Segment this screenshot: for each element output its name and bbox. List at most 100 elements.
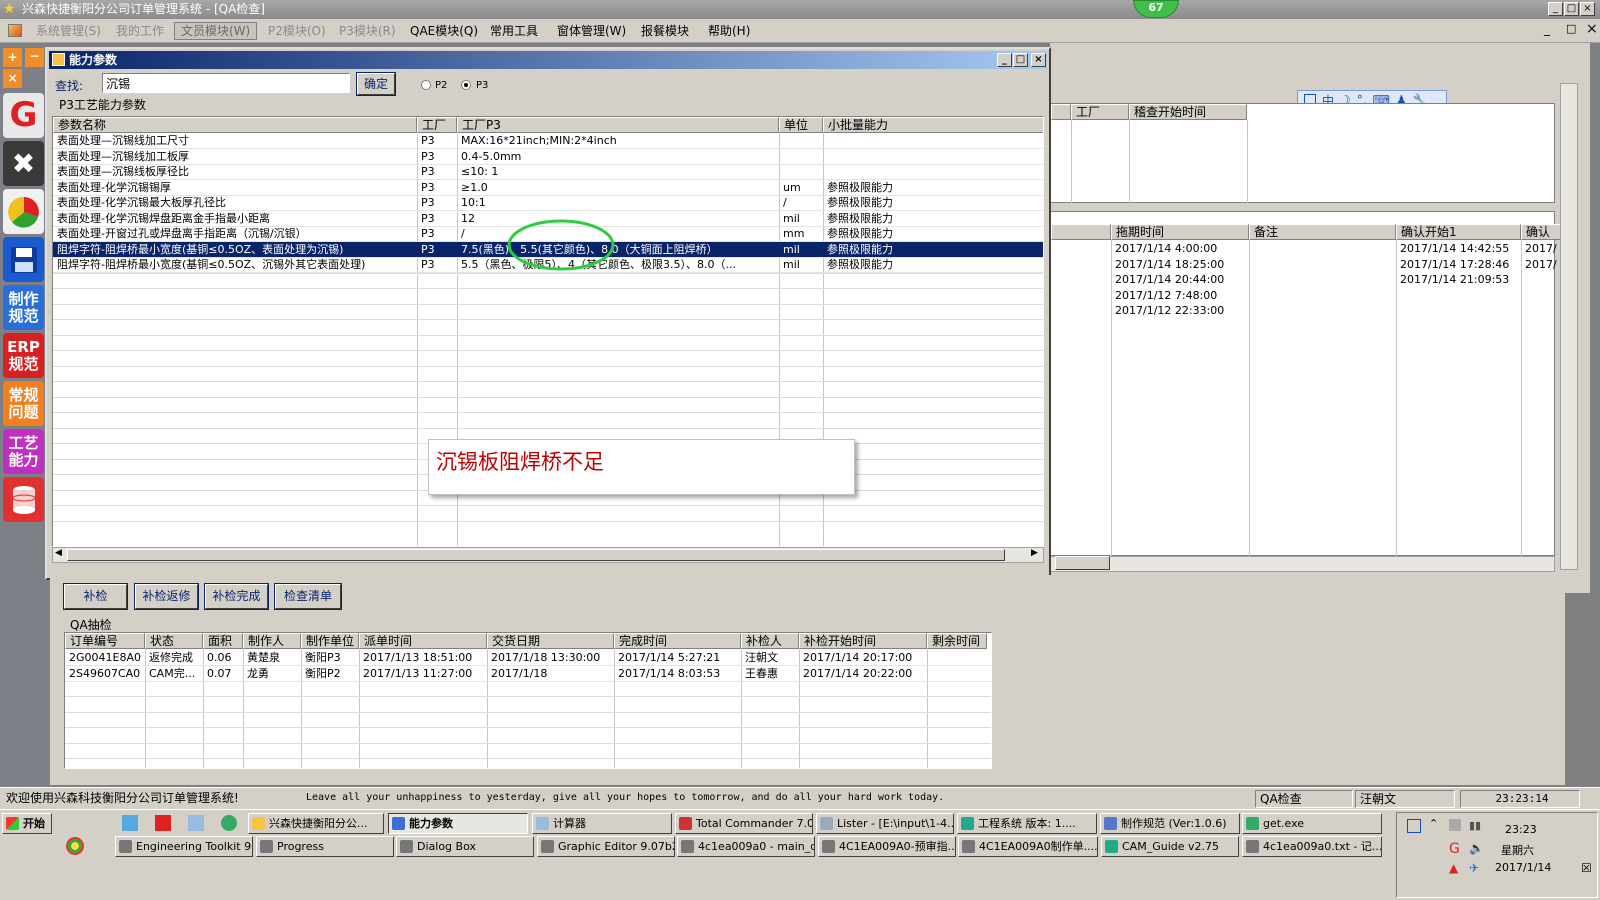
col-unit[interactable]: 单位: [779, 117, 823, 133]
qa-col-start[interactable]: 补检开始时间: [799, 633, 927, 649]
col-confirm-start[interactable]: 确认开始1: [1396, 224, 1521, 240]
scroll-left-icon[interactable]: ◀: [55, 548, 62, 558]
tray-volume-icon[interactable]: 🔈: [1469, 841, 1484, 855]
menu-clerk[interactable]: 文员模块(W): [174, 22, 258, 40]
craft-capability-button[interactable]: 工艺 能力: [3, 429, 44, 474]
taskbar-button[interactable]: 4c1ea009a0.txt - 记...: [1242, 836, 1382, 857]
taskbar-button[interactable]: Lister - [E:\input\1-4....: [816, 813, 954, 834]
ime-tray-icon[interactable]: [1407, 819, 1421, 833]
capability-row[interactable]: 表面处理-化学沉锡锡厚 P3 ≥1.0 um 参照极限能力: [53, 180, 1043, 196]
tray-close-icon[interactable]: ☒: [1581, 861, 1592, 875]
pdf-icon[interactable]: [155, 815, 171, 831]
browser-icon[interactable]: [221, 815, 237, 831]
dialog-minimize-button[interactable]: _: [997, 53, 1012, 67]
taskbar-button[interactable]: Progress: [256, 836, 394, 857]
taskbar-button[interactable]: 4c1ea009a0 - main_qa: [677, 836, 815, 857]
menu-window[interactable]: 窗体管理(W): [557, 23, 626, 39]
qa-row[interactable]: 2S49607CA0 CAM完... 0.07 龙勇 衡阳P2 2017/1/13 11:…: [65, 666, 991, 682]
recheck-done-button[interactable]: 补检完成: [204, 583, 269, 610]
tools-icon[interactable]: ✖: [3, 141, 44, 186]
menu-my-work[interactable]: 我的工作: [116, 23, 164, 39]
close-x-icon[interactable]: ×: [3, 69, 22, 88]
dialog-hscrollbar[interactable]: ◀ ▶: [52, 547, 1044, 563]
menu-meal[interactable]: 报餐模块: [641, 23, 689, 39]
taskbar-button[interactable]: 兴森快捷衡阳分公...: [248, 813, 384, 834]
desktop-icon[interactable]: [66, 837, 84, 855]
qa-row[interactable]: 2G0041E8A0 返修完成 0.06 黄楚泉 衡阳P3 2017/1/13 18:51…: [65, 650, 991, 666]
menu-p3[interactable]: P3模块(R): [339, 23, 396, 39]
tray-g-icon[interactable]: G: [1449, 841, 1460, 857]
col-note[interactable]: 备注: [1249, 224, 1396, 240]
close-button[interactable]: ×: [1580, 2, 1595, 16]
save-icon[interactable]: [3, 237, 44, 282]
capability-row[interactable]: 表面处理—沉锡线加工尺寸 P3 MAX:16*21inch;MIN:2*4inch: [53, 133, 1043, 149]
tray-feather-icon[interactable]: ✈: [1469, 861, 1479, 875]
col-confirm[interactable]: 确认: [1521, 224, 1561, 240]
col-audit-start[interactable]: 稽查开始时间: [1129, 104, 1247, 120]
delay-row[interactable]: 2017/1/14 4:00:00 2017/1/14 14:42:55 2017/: [1051, 241, 1557, 257]
dialog-titlebar[interactable]: 能力参数 _ □ ×: [49, 51, 1047, 69]
qa-col-area[interactable]: 面积: [203, 633, 243, 649]
qa-col-done[interactable]: 完成时间: [614, 633, 741, 649]
calculator-icon[interactable]: [188, 815, 204, 831]
qa-col-dispatch[interactable]: 派单时间: [359, 633, 487, 649]
tray-usb-icon[interactable]: [1449, 819, 1461, 831]
taskbar-button[interactable]: CAM_Guide v2.75: [1101, 836, 1239, 857]
start-button[interactable]: 开始: [2, 813, 52, 834]
taskbar-button[interactable]: 计算器: [532, 813, 672, 834]
checklist-button[interactable]: 检查清单: [274, 583, 342, 610]
plus-icon[interactable]: +: [3, 48, 22, 67]
taskbar-button[interactable]: 4C1EA009A0-预审指...: [818, 836, 956, 857]
tray-expand-icon[interactable]: ⌃: [1429, 817, 1438, 830]
taskbar-button[interactable]: 工程系统 版本: 1....: [957, 813, 1097, 834]
qa-col-status[interactable]: 状态: [145, 633, 203, 649]
qa-col-unit[interactable]: 制作单位: [301, 633, 359, 649]
right-hscrollbar[interactable]: [1050, 556, 1555, 572]
taskbar-button[interactable]: get.exe: [1242, 813, 1382, 834]
menu-qae[interactable]: QAE模块(Q): [410, 23, 478, 39]
database-icon[interactable]: [3, 477, 44, 522]
confirm-button[interactable]: 确定: [356, 72, 396, 96]
capability-row[interactable]: 表面处理—沉锡线加工板厚 P3 0.4-5.0mm: [53, 149, 1043, 165]
menu-p2[interactable]: P2模块(O): [268, 23, 326, 39]
taskbar-button[interactable]: Dialog Box: [396, 836, 534, 857]
taskbar-button[interactable]: Engineering Toolkit 9....: [115, 836, 253, 857]
g-logo-icon[interactable]: G: [3, 93, 44, 138]
col-factory[interactable]: 工厂: [417, 117, 457, 133]
erp-button[interactable]: ERP 规范: [3, 333, 44, 378]
delay-row[interactable]: 2017/1/14 20:44:00 2017/1/14 21:09:53: [1051, 272, 1556, 288]
quick-launch-app-icon[interactable]: [122, 815, 138, 831]
delay-row[interactable]: 2017/1/12 7:48:00: [1051, 288, 1556, 304]
qa-col-order[interactable]: 订单编号: [65, 633, 145, 649]
radio-p3[interactable]: [461, 80, 471, 90]
taskbar-button[interactable]: 能力参数: [388, 813, 528, 834]
col-factory-p3[interactable]: 工厂P3: [457, 117, 779, 133]
tray-network-icon[interactable]: ▮▮: [1469, 819, 1481, 832]
recheck-repair-button[interactable]: 补检返修: [134, 583, 199, 610]
common-issues-button[interactable]: 常规 问题: [3, 381, 44, 426]
right-vscrollbar[interactable]: [1560, 83, 1578, 570]
delay-row[interactable]: 2017/1/14 18:25:00 2017/1/14 17:28:46 2017…: [1051, 257, 1557, 273]
col-factory[interactable]: 工厂: [1071, 104, 1129, 120]
taskbar-button[interactable]: Graphic Editor 9.07b2...: [537, 836, 675, 857]
delay-row[interactable]: 2017/1/12 22:33:00: [1051, 303, 1556, 319]
col-small-batch[interactable]: 小批量能力: [823, 117, 1043, 133]
recheck-button[interactable]: 补检: [63, 583, 128, 610]
mdi-minimize-button[interactable]: _: [1544, 22, 1550, 36]
taskbar-button[interactable]: 制作规范 (Ver:1.0.6): [1100, 813, 1240, 834]
minus-icon[interactable]: −: [25, 48, 44, 67]
qa-col-remain[interactable]: 剩余时间: [927, 633, 987, 649]
qa-col-inspector[interactable]: 补检人: [741, 633, 799, 649]
menu-tools[interactable]: 常用工具: [490, 23, 538, 39]
taskbar-button[interactable]: Total Commander 7.0...: [675, 813, 813, 834]
mdi-restore-button[interactable]: □: [1566, 22, 1576, 35]
scroll-right-icon[interactable]: ▶: [1031, 548, 1038, 558]
chart-icon[interactable]: [3, 189, 44, 234]
search-input[interactable]: [102, 73, 350, 93]
col-param-name[interactable]: 参数名称: [53, 117, 417, 133]
taskbar-button[interactable]: 4C1EA009A0制作单....: [958, 836, 1098, 857]
capability-row[interactable]: 表面处理—沉锡线板厚径比 P3 ≤10: 1: [53, 164, 1043, 180]
tray-acrobat-icon[interactable]: ▲: [1449, 861, 1458, 875]
capability-row[interactable]: 表面处理-化学沉锡最大板厚孔径比 P3 10:1 / 参照极限能力: [53, 195, 1043, 211]
qa-col-maker[interactable]: 制作人: [243, 633, 301, 649]
